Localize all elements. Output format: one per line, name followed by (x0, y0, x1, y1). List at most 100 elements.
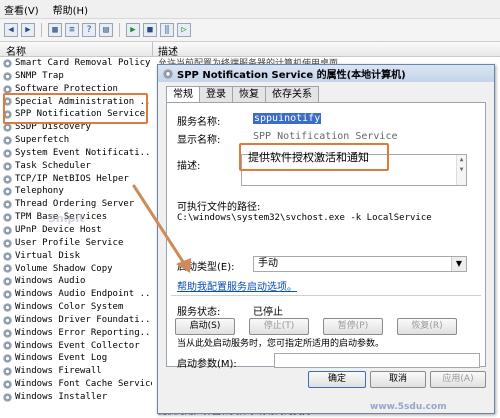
tab-recovery[interactable]: 恢复 (232, 86, 266, 103)
view-icon[interactable]: ▤ (99, 23, 113, 37)
service-gear-icon (3, 135, 12, 145)
path-value[interactable]: C:\windows\system32\svchost.exe -k Local… (177, 213, 432, 223)
service-gear-icon (3, 251, 12, 261)
service-name: Windows Audio (15, 276, 86, 287)
resume-button[interactable]: 恢复(R) (397, 318, 457, 335)
service-row[interactable]: SSDP Discovery (0, 121, 152, 134)
service-row[interactable]: SPP Notification Service (0, 108, 152, 121)
watermark-url: www.5sdu.com (370, 402, 447, 412)
service-gear-icon (3, 174, 12, 184)
service-row[interactable]: Windows Installer (0, 391, 152, 404)
service-row[interactable]: System Event Notificati... (0, 147, 152, 160)
apply-button[interactable]: 应用(A) (430, 371, 486, 388)
pause-service-icon[interactable]: ‖ (160, 23, 174, 37)
dialog-title: SPP Notification Service 的属性(本地计算机) (177, 70, 406, 81)
service-row[interactable]: SNMP Trap (0, 70, 152, 83)
menu-bar: 查看(V) 帮助(H) (0, 0, 500, 19)
dialog-tabs: 常规 登录 恢复 依存关系 (166, 86, 319, 104)
service-row[interactable]: User Profile Service (0, 237, 152, 250)
pause-button[interactable]: 暂停(P) (323, 318, 383, 335)
service-row[interactable]: Windows Firewall (0, 365, 152, 378)
service-row[interactable]: TCP/IP NetBIOS Helper (0, 173, 152, 186)
service-row[interactable]: Thread Ordering Server (0, 198, 152, 211)
tab-dependencies[interactable]: 依存关系 (265, 86, 319, 103)
startup-type-label: 启动类型(E): (177, 262, 235, 273)
service-gear-icon (3, 315, 12, 325)
path-label: 可执行文件的路径: (177, 202, 261, 213)
service-name: Windows Color System (15, 302, 124, 313)
service-row[interactable]: Windows Error Reporting... (0, 327, 152, 340)
description-scrollbar[interactable]: ▲ ▼ (456, 155, 466, 185)
service-gear-icon (3, 84, 12, 94)
description-field[interactable]: 提供软件授权激活和通知 ▲ ▼ (241, 151, 467, 186)
service-gear-icon (3, 71, 12, 81)
service-row[interactable]: Windows Event Log (0, 352, 152, 365)
service-name: Software Protection (15, 83, 118, 94)
column-divider[interactable] (152, 42, 153, 56)
start-params-input[interactable] (274, 353, 480, 368)
forward-icon[interactable]: ▶ (21, 23, 35, 37)
service-row[interactable]: Special Administration ... (0, 96, 152, 109)
service-row[interactable]: Telephony (0, 185, 152, 198)
cancel-button[interactable]: 取消 (370, 371, 426, 388)
service-row[interactable]: Task Scheduler (0, 160, 152, 173)
menu-help[interactable]: 帮助(H) (53, 2, 88, 17)
tab-logon[interactable]: 登录 (199, 86, 233, 103)
service-gear-icon (3, 110, 12, 120)
description-value: 提供软件授权激活和通知 (248, 151, 369, 164)
service-name: System Event Notificati... (15, 147, 152, 158)
startup-type-dropdown[interactable]: 手动 ▼ (253, 256, 467, 272)
service-row[interactable]: Windows Audio Endpoint ... (0, 288, 152, 301)
service-row[interactable]: Superfetch (0, 134, 152, 147)
service-gear-icon (3, 123, 12, 133)
general-tab-panel: 服务名称: sppuinotify 显示名称: SPP Notification… (166, 102, 486, 370)
service-row[interactable]: Windows Driver Foundati... (0, 314, 152, 327)
service-row[interactable]: Virtual Disk (0, 250, 152, 263)
start-button[interactable]: 启动(S) (175, 318, 235, 335)
service-row[interactable]: Software Protection (0, 83, 152, 96)
service-gear-icon (3, 354, 12, 364)
service-gear-icon (3, 200, 12, 210)
description-label: 描述: (177, 161, 201, 172)
service-name: Thread Ordering Server (15, 199, 135, 210)
service-gear-icon (3, 148, 12, 158)
service-gear-icon (3, 97, 12, 107)
column-name[interactable]: 名称 (6, 43, 26, 58)
stop-button[interactable]: 停止(T) (249, 318, 309, 335)
list-header: 名称 描述 (0, 42, 500, 58)
start-service-icon[interactable]: ▶ (126, 23, 140, 37)
service-row[interactable]: UPnP Device Host (0, 224, 152, 237)
help-configure-link[interactable]: 帮助我配置服务启动选项。 (177, 278, 297, 293)
service-properties-dialog: SPP Notification Service 的属性(本地计算机) 常规 登… (157, 64, 495, 414)
service-gear-icon (3, 161, 12, 171)
dialog-title-bar[interactable]: SPP Notification Service 的属性(本地计算机) (158, 65, 494, 82)
service-name: Telephony (15, 186, 64, 197)
service-row[interactable]: Windows Color System (0, 301, 152, 314)
service-row[interactable]: Windows Event Collector (0, 340, 152, 353)
display-name-value[interactable]: SPP Notification Service (253, 131, 398, 142)
toolbar-divider (119, 23, 120, 37)
properties-icon[interactable]: ≡ (65, 23, 79, 37)
service-gear-icon (3, 277, 12, 287)
service-gear-icon (3, 238, 12, 248)
service-gear-icon (3, 302, 12, 312)
back-icon[interactable]: ◀ (4, 23, 18, 37)
service-row[interactable]: Windows Font Cache Service (0, 378, 152, 391)
restart-service-icon[interactable]: ▷ (177, 23, 191, 37)
ok-button[interactable]: 确定 (308, 371, 366, 388)
stop-service-icon[interactable]: ■ (143, 23, 157, 37)
service-name: Smart Card Removal Policy (15, 58, 151, 68)
service-row[interactable]: Smart Card Removal Policy (0, 57, 152, 70)
service-name-value[interactable]: sppuinotify (253, 113, 322, 124)
service-list: Smart Card Removal Policy SNMP Trap Softwa… (0, 57, 152, 418)
service-row[interactable]: Volume Shadow Copy (0, 263, 152, 276)
service-status-value: 已停止 (253, 307, 283, 318)
menu-view[interactable]: 查看(V) (4, 2, 39, 17)
toolbar-divider (41, 23, 42, 37)
help-icon[interactable]: ? (82, 23, 96, 37)
service-name: Windows Font Cache Service (15, 379, 152, 390)
console-tree-icon[interactable]: ▦ (48, 23, 62, 37)
service-row[interactable]: Windows Audio (0, 275, 152, 288)
service-gear-icon (3, 367, 12, 377)
service-gear-icon (3, 341, 12, 351)
